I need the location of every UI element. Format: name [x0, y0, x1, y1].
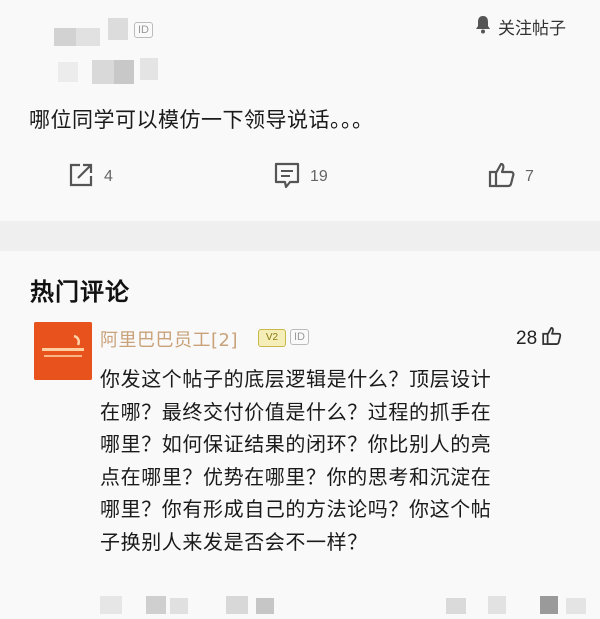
- post-content: 哪位同学可以模仿一下领导说话。。。: [29, 108, 374, 132]
- section-divider: [0, 221, 600, 251]
- comment-count: 19: [310, 168, 328, 185]
- comment-like-count: 28: [516, 328, 538, 349]
- share-icon: [66, 160, 96, 195]
- like-button[interactable]: 7: [487, 160, 534, 194]
- follow-post-button[interactable]: 关注帖子: [474, 12, 566, 40]
- id-badge: ID: [134, 22, 153, 38]
- commenter-avatar[interactable]: [34, 322, 92, 380]
- commenter-username[interactable]: 阿里巴巴员工[2]: [100, 326, 238, 352]
- bell-icon: [474, 14, 492, 39]
- hot-comments-title: 热门评论: [30, 278, 130, 306]
- share-button[interactable]: 4: [66, 160, 113, 194]
- level-badge: V2: [258, 329, 286, 347]
- comment-like-button[interactable]: 28: [516, 326, 563, 352]
- share-count: 4: [104, 168, 113, 185]
- comment-button[interactable]: 19: [272, 160, 328, 194]
- like-count: 7: [525, 168, 534, 185]
- comment-body: 你发这个帖子的底层逻辑是什么？顶层设计 在哪？最终交付价值是什么？过程的抓手在 …: [100, 367, 492, 554]
- commenter-id-badge: ID: [290, 329, 309, 345]
- alibaba-logo-icon: [34, 322, 92, 380]
- follow-post-label: 关注帖子: [498, 18, 566, 39]
- comment-icon: [272, 160, 302, 195]
- thumbs-up-icon: [541, 325, 563, 353]
- thumbs-up-icon: [487, 160, 517, 195]
